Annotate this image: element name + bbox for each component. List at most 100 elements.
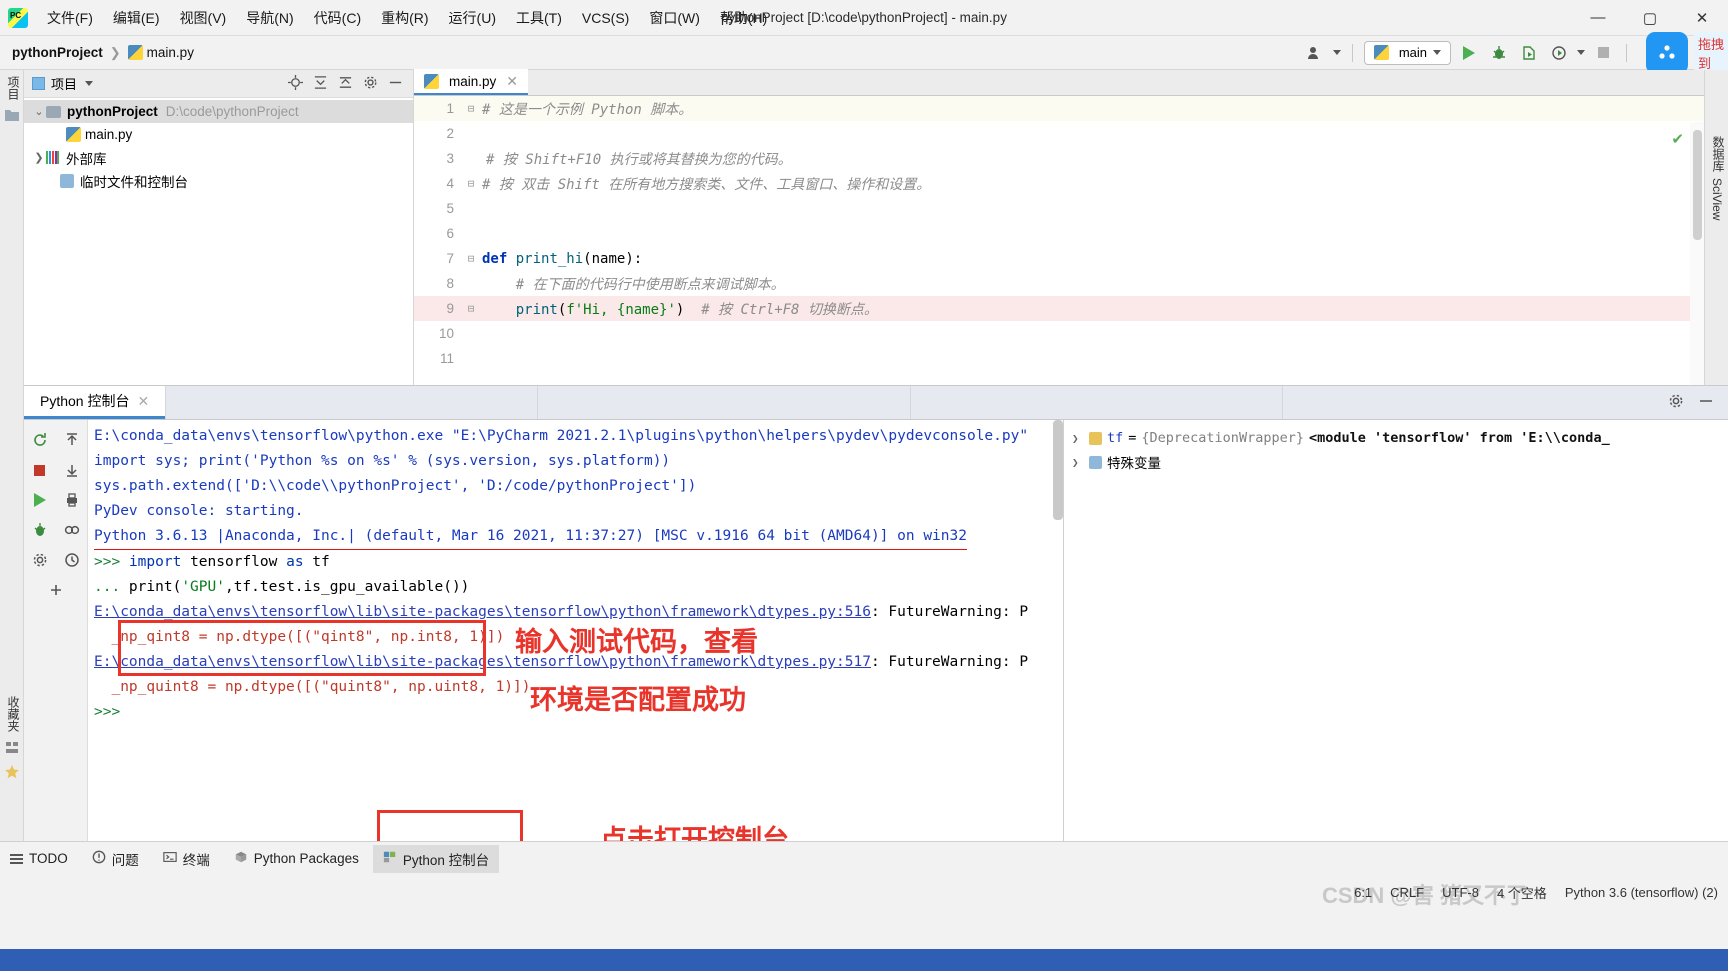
console-gear-icon[interactable] xyxy=(26,546,54,574)
status-encoding[interactable]: UTF-8 xyxy=(1442,885,1479,900)
tree-node-external-libraries[interactable]: ❯ 外部库 xyxy=(24,146,413,169)
menu-vcs[interactable]: VCS(S) xyxy=(573,6,638,30)
toolbar-right-group: main 拖拽到 xyxy=(1303,31,1728,74)
status-line-separator[interactable]: CRLF xyxy=(1390,885,1424,900)
hide-panel-icon[interactable] xyxy=(388,75,403,93)
console-tab-close-icon[interactable]: ✕ xyxy=(137,393,149,410)
fold-marker-4[interactable]: ⊟ xyxy=(464,177,478,190)
project-settings-gear-icon[interactable] xyxy=(363,75,378,93)
left-strip-project-label[interactable]: 项目 xyxy=(5,70,22,100)
close-button[interactable]: ✕ xyxy=(1676,0,1728,36)
bottom-tab-python-packages[interactable]: Python Packages xyxy=(224,846,369,871)
bottom-tab-problems[interactable]: 问题 xyxy=(82,845,149,873)
project-view-chevron-down-icon[interactable] xyxy=(85,81,94,86)
variable-equals-tf: = xyxy=(1128,430,1137,446)
menu-run[interactable]: 运行(U) xyxy=(440,4,505,32)
console-scrollbar-thumb[interactable] xyxy=(1053,420,1063,520)
fold-marker-7[interactable]: ⊟ xyxy=(464,252,478,265)
code-text-7: def print_hi(name): xyxy=(482,250,643,267)
right-strip-database-label[interactable]: 数据库 xyxy=(1710,130,1727,172)
expand-all-icon[interactable] xyxy=(313,75,328,93)
account-chevron-down-icon[interactable] xyxy=(1332,50,1341,55)
tree-node-mainpy[interactable]: main.py xyxy=(24,123,413,146)
link-icon[interactable] xyxy=(58,516,86,544)
status-indent[interactable]: 4 个空格 xyxy=(1497,883,1547,902)
menu-view[interactable]: 视图(V) xyxy=(171,4,236,32)
debug-icon[interactable] xyxy=(1487,41,1511,65)
left-strip-favorites-label[interactable]: 收藏夹 xyxy=(5,690,22,732)
special-vars-icon xyxy=(1089,455,1102,469)
codota-badge-icon[interactable] xyxy=(1646,31,1688,74)
scroll-to-top-icon[interactable] xyxy=(58,426,86,454)
console-output[interactable]: E:\conda_data\envs\tensorflow\python.exe… xyxy=(88,420,1063,842)
code-text-3: # 按 Shift+F10 执行或将其替换为您的代码。 xyxy=(486,151,792,168)
favorites-star-icon[interactable] xyxy=(4,764,20,780)
minimize-button[interactable]: — xyxy=(1572,0,1624,36)
code-canvas[interactable]: 1 ⊟ # 这是一个示例 Python 脚本。 2 3 # 按 Shift+F1… xyxy=(414,96,1704,385)
special-vars-chevron-right-icon[interactable]: ❯ xyxy=(1072,456,1084,469)
print-icon[interactable] xyxy=(58,486,86,514)
variable-row-tf[interactable]: ❯ tf = {DeprecationWrapper} <module 'ten… xyxy=(1072,426,1728,450)
collapse-all-icon[interactable] xyxy=(338,75,353,93)
fold-marker-9[interactable]: ⊟ xyxy=(464,302,478,315)
terminal-icon xyxy=(163,850,177,867)
status-caret-position[interactable]: 6:1 xyxy=(1354,885,1372,900)
scratches-icon xyxy=(60,173,74,188)
tree-node-scratches[interactable]: 临时文件和控制台 xyxy=(24,169,413,192)
tree-node-pythonproject[interactable]: ⌄ pythonProject D:\code\pythonProject xyxy=(24,100,413,123)
menu-edit[interactable]: 编辑(E) xyxy=(104,4,169,32)
console-settings-gear-icon[interactable] xyxy=(1668,393,1684,412)
maximize-button[interactable]: ▢ xyxy=(1624,0,1676,36)
console-prompt-3: >>> xyxy=(94,704,121,720)
bottom-tab-python-console[interactable]: Python 控制台 xyxy=(372,844,500,873)
history-clock-icon[interactable] xyxy=(58,546,86,574)
scroll-to-end-icon[interactable] xyxy=(58,456,86,484)
menu-code[interactable]: 代码(C) xyxy=(305,4,370,32)
menu-file[interactable]: 文件(F) xyxy=(38,4,102,32)
tree-python-file-icon xyxy=(66,127,81,142)
menu-tools[interactable]: 工具(T) xyxy=(507,4,571,32)
console-warn-path-1[interactable]: E:\conda_data\envs\tensorflow\lib\site-p… xyxy=(94,604,871,620)
execute-icon[interactable] xyxy=(26,486,54,514)
run-configuration-selector[interactable]: main xyxy=(1363,40,1451,65)
inspection-ok-icon[interactable]: ✔ xyxy=(1671,130,1684,148)
rerun-icon[interactable] xyxy=(26,426,54,454)
add-icon[interactable] xyxy=(42,576,70,604)
stop-icon[interactable] xyxy=(26,456,54,484)
user-account-icon[interactable] xyxy=(1303,41,1327,65)
fold-marker-1[interactable]: ⊟ xyxy=(464,102,478,115)
status-interpreter[interactable]: Python 3.6 (tensorflow) (2) xyxy=(1565,885,1718,900)
project-folder-icon[interactable] xyxy=(4,108,20,124)
editor-scrollbar-thumb[interactable] xyxy=(1693,130,1702,240)
breadcrumb-project[interactable]: pythonProject xyxy=(12,45,103,60)
breadcrumb-file[interactable]: main.py xyxy=(147,45,194,60)
locate-file-icon[interactable] xyxy=(288,74,303,93)
menu-navigate[interactable]: 导航(N) xyxy=(237,4,302,32)
console-warn-path-2[interactable]: E:\conda_data\envs\tensorflow\lib\site-p… xyxy=(94,654,871,670)
editor-tab-mainpy[interactable]: main.py ✕ xyxy=(414,69,529,95)
run-button[interactable] xyxy=(1457,41,1481,65)
line-number-2: 2 xyxy=(446,126,454,141)
variable-row-special[interactable]: ❯ 特殊变量 xyxy=(1072,450,1728,474)
bottom-tab-todo[interactable]: TODO xyxy=(0,847,78,870)
tree-chevron-right-icon[interactable]: ❯ xyxy=(32,151,46,164)
structure-icon[interactable] xyxy=(4,740,20,756)
run-with-coverage-icon[interactable] xyxy=(1517,41,1541,65)
python-file-icon xyxy=(127,45,143,60)
tree-chevron-down-icon[interactable]: ⌄ xyxy=(32,105,46,118)
editor-tab-close-icon[interactable]: ✕ xyxy=(506,73,518,90)
right-strip-sciview-label[interactable]: SciView xyxy=(1710,172,1724,220)
console-tab-python-console[interactable]: Python 控制台 ✕ xyxy=(24,386,166,419)
bottom-tab-terminal[interactable]: 终端 xyxy=(153,845,220,873)
settings-icon[interactable] xyxy=(26,516,54,544)
variable-chevron-right-icon[interactable]: ❯ xyxy=(1072,432,1084,445)
code-line-7: 7 ⊟ def print_hi(name): xyxy=(414,246,1704,271)
profile-icon[interactable] xyxy=(1547,41,1571,65)
menu-help[interactable]: 帮助(H) xyxy=(711,4,776,32)
menu-window[interactable]: 窗口(W) xyxy=(640,4,709,32)
editor-tab-bar: main.py ✕ xyxy=(414,69,1704,96)
stop-button[interactable] xyxy=(1591,41,1615,65)
menu-refactor[interactable]: 重构(R) xyxy=(372,4,437,32)
profile-chevron-down-icon[interactable] xyxy=(1577,50,1585,55)
console-hide-icon[interactable] xyxy=(1698,393,1714,412)
